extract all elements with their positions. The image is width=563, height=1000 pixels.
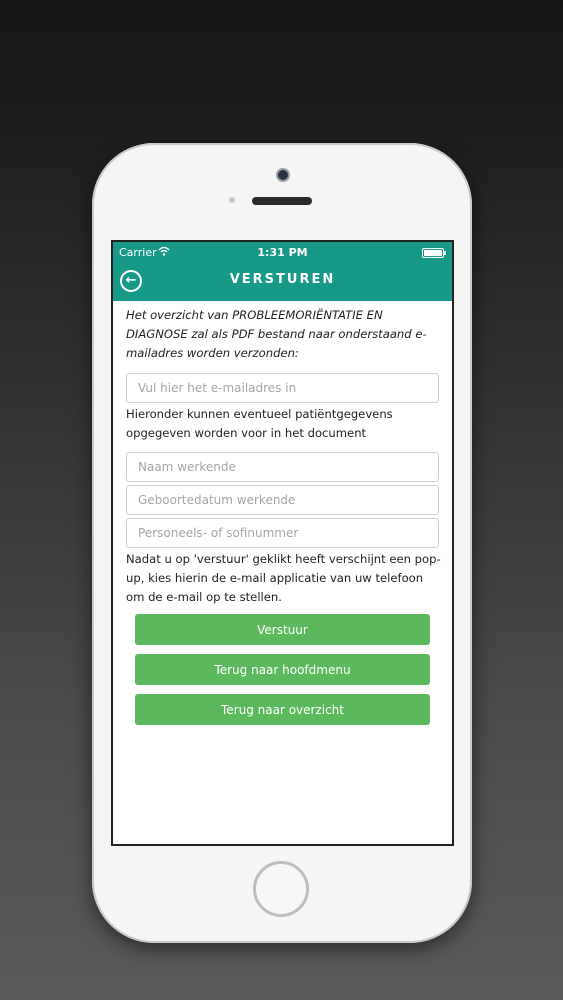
proximity-sensor (229, 197, 235, 203)
app-screen: Carrier 1:31 PM ← VERSTUREN Het overzich… (111, 240, 454, 846)
status-bar: Carrier 1:31 PM (113, 244, 452, 262)
email-input[interactable] (126, 373, 439, 403)
staff-number-input[interactable] (126, 518, 439, 548)
birthdate-input[interactable] (126, 485, 439, 515)
page-title: VERSTUREN (229, 272, 336, 287)
form-content: Het overzicht van PROBLEEMORIËNTATIE EN … (126, 306, 442, 725)
home-button[interactable] (253, 861, 309, 917)
patient-info-text: Hieronder kunnen eventueel patiëntgegeve… (126, 407, 393, 440)
main-menu-button[interactable]: Terug naar hoofdmenu (135, 654, 430, 685)
earpiece-speaker (252, 197, 312, 205)
popup-info-text: Nadat u op 'verstuur' geklikt heeft vers… (126, 552, 441, 604)
battery-icon (422, 248, 446, 258)
send-button[interactable]: Verstuur (135, 614, 430, 645)
status-time: 1:31 PM (257, 246, 308, 259)
overview-button[interactable]: Terug naar overzicht (135, 694, 430, 725)
intro-text: Het overzicht van PROBLEEMORIËNTATIE EN … (126, 308, 427, 360)
name-input[interactable] (126, 452, 439, 482)
app-header: Carrier 1:31 PM ← VERSTUREN (113, 242, 452, 301)
front-camera (278, 170, 288, 180)
